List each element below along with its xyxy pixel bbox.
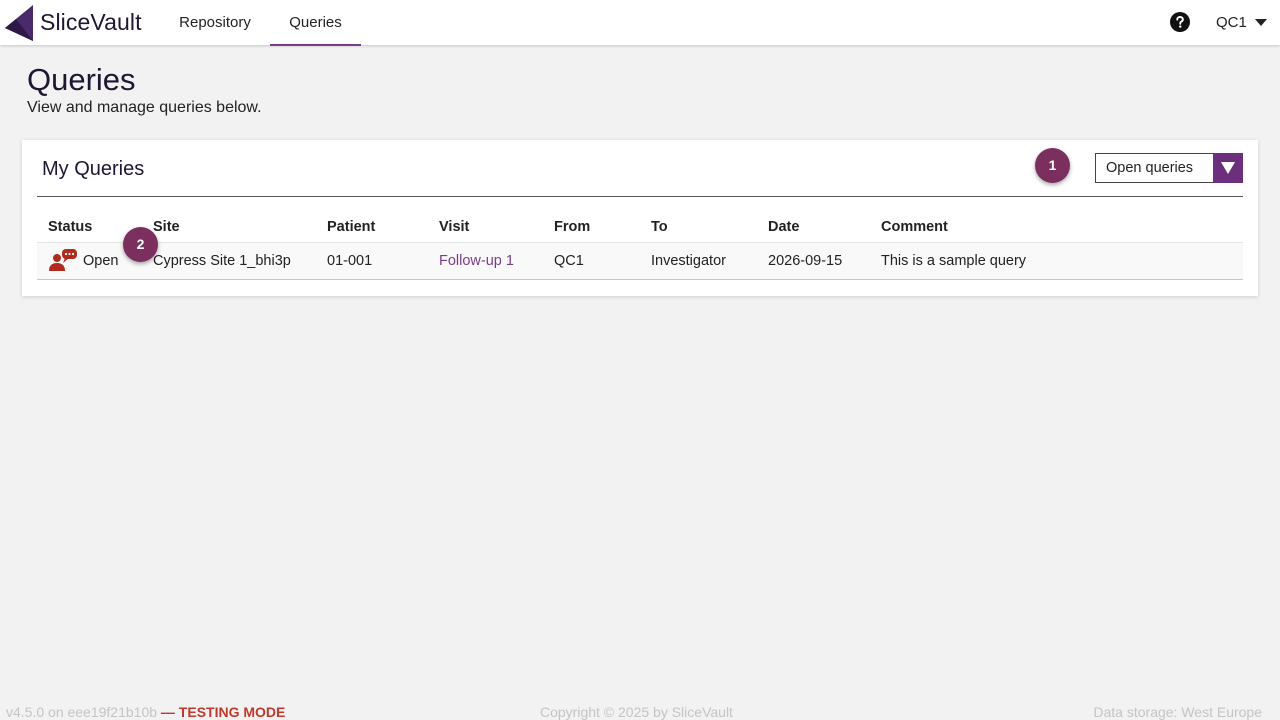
cell-to: Investigator: [651, 253, 726, 269]
question-circle-icon[interactable]: [1170, 12, 1190, 32]
page-title: Queries: [27, 62, 136, 97]
my-queries-card: My Queries 1 Open queries Status Site Pa…: [22, 140, 1258, 296]
cell-visit-link[interactable]: Follow-up 1: [439, 253, 514, 269]
chevron-down-icon[interactable]: [1255, 19, 1267, 27]
page-subtitle: View and manage queries below.: [27, 99, 262, 116]
cell-from: QC1: [554, 253, 584, 269]
query-filter-value: Open queries: [1106, 160, 1194, 176]
dropdown-button[interactable]: [1213, 153, 1243, 183]
column-header-visit[interactable]: Visit: [439, 219, 469, 235]
slicevault-logo-icon[interactable]: [4, 4, 34, 42]
testing-mode-label: — TESTING MODE: [160, 704, 286, 720]
footer-copyright: Copyright © 2025 by SliceVault: [540, 704, 733, 720]
column-header-status[interactable]: Status: [48, 219, 92, 235]
cell-date: 2026-09-15: [768, 253, 843, 269]
cell-comment: This is a sample query: [881, 253, 1027, 269]
step-badge-2: 2: [123, 227, 158, 262]
footer-version: v4.5.0 on eee19f21b10b — TESTING MODE: [6, 704, 285, 720]
cell-patient: 01-001: [327, 253, 373, 269]
card-divider: [37, 196, 1243, 197]
nav-tab-queries[interactable]: Queries: [270, 0, 361, 46]
user-speech-bubble-icon: [49, 249, 77, 271]
column-header-patient[interactable]: Patient: [327, 219, 375, 235]
triangle-down-icon: [1221, 162, 1235, 174]
brand-name[interactable]: SliceVault: [40, 9, 142, 36]
query-filter-select[interactable]: Open queries: [1095, 153, 1243, 183]
cell-site: Cypress Site 1_bhi3p: [153, 253, 291, 269]
step-badge-1: 1: [1035, 148, 1070, 183]
column-header-comment[interactable]: Comment: [881, 219, 948, 235]
footer-data-storage: Data storage: West Europe: [1093, 704, 1262, 720]
column-header-from[interactable]: From: [554, 219, 590, 235]
column-header-date[interactable]: Date: [768, 219, 799, 235]
card-title: My Queries: [42, 158, 145, 180]
user-menu[interactable]: QC1: [1216, 0, 1247, 45]
cell-status: Open: [83, 253, 119, 269]
footer-version-text: v4.5.0 on eee19f21b10b: [6, 704, 158, 720]
top-navigation-bar: SliceVault Repository Queries QC1: [0, 0, 1280, 46]
column-header-to[interactable]: To: [651, 219, 668, 235]
column-header-site[interactable]: Site: [153, 219, 180, 235]
nav-tab-repository[interactable]: Repository: [170, 0, 260, 45]
